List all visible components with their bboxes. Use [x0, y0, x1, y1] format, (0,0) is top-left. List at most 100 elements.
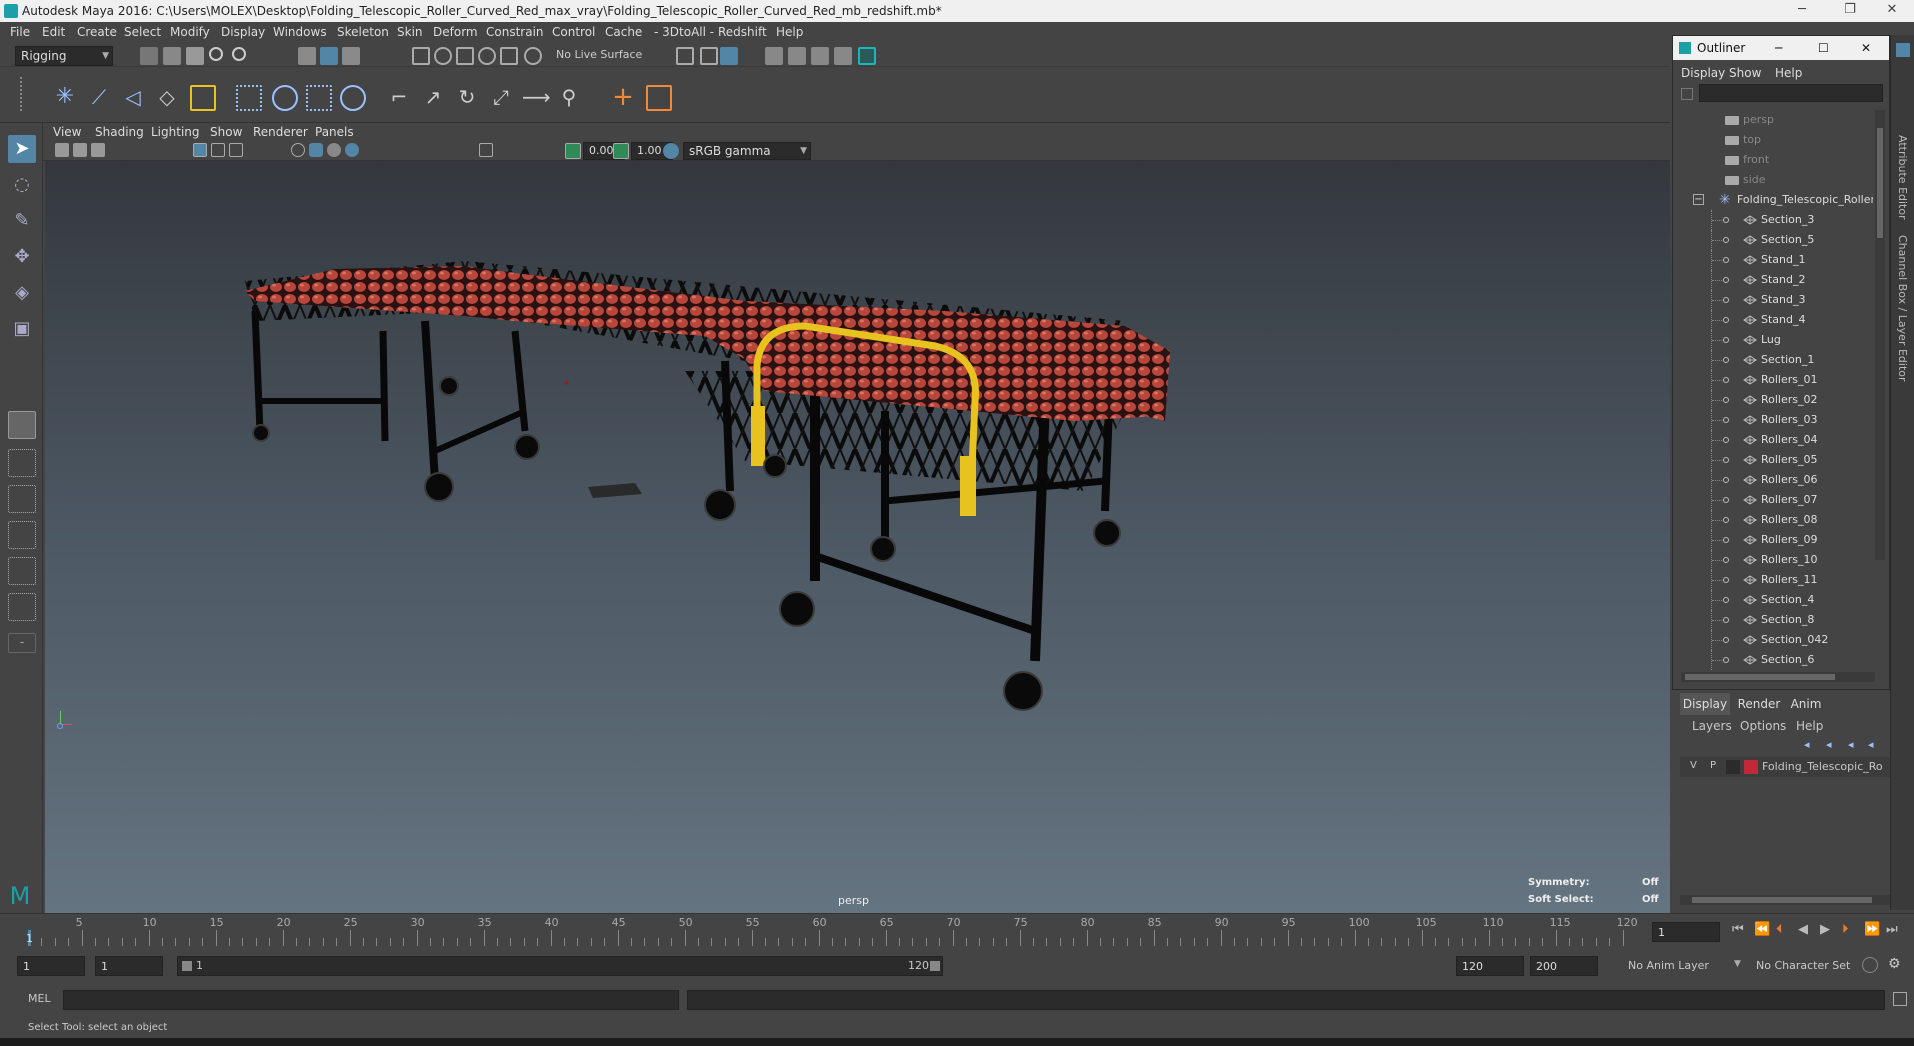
layer-type-toggle[interactable]: [1726, 760, 1740, 774]
play-backwards-icon[interactable]: ◀: [1798, 922, 1808, 937]
new-scene-icon[interactable]: [140, 47, 158, 65]
step-back-key-icon[interactable]: ⏪: [1754, 922, 1770, 937]
command-language-label[interactable]: MEL: [28, 992, 51, 1005]
gamma-icon[interactable]: [613, 143, 629, 159]
layer-playback-toggle[interactable]: P: [1710, 760, 1716, 771]
outliner-menu-display[interactable]: Display: [1681, 66, 1725, 80]
two-view-layout-icon[interactable]: [8, 485, 36, 513]
vp-menu-panels[interactable]: Panels: [315, 123, 354, 141]
scale-constraint-icon[interactable]: ⤢: [488, 85, 514, 111]
graph-persp-layout-icon[interactable]: [8, 557, 36, 585]
menu-skin[interactable]: Skin: [397, 22, 423, 43]
mode-dropdown[interactable]: Rigging ▼: [15, 46, 113, 66]
range-slider-handle-end[interactable]: [930, 961, 940, 971]
paint-select-icon[interactable]: ✎: [8, 207, 36, 235]
render-settings-icon[interactable]: [811, 47, 829, 65]
menu-help[interactable]: Help: [776, 22, 803, 43]
go-to-start-icon[interactable]: ⏮: [1732, 922, 1744, 937]
tab-channel-box[interactable]: Channel Box / Layer Editor: [1896, 235, 1909, 382]
lasso-tool-icon[interactable]: ◌: [8, 171, 36, 199]
menu-file[interactable]: File: [10, 22, 30, 43]
aim-constraint-icon[interactable]: ⟶: [522, 85, 551, 111]
cluster-icon[interactable]: [190, 85, 216, 111]
hscroll-thumb[interactable]: [1685, 674, 1835, 680]
step-back-frame-icon[interactable]: ⏴: [1776, 922, 1783, 937]
rotate-tool-icon[interactable]: ◈: [8, 279, 36, 307]
outliner-item[interactable]: Rollers_06: [1673, 470, 1873, 490]
camera-attributes-icon[interactable]: [73, 143, 87, 157]
outliner-persp-layout-icon[interactable]: [8, 521, 36, 549]
vp-menu-show[interactable]: Show: [210, 123, 242, 141]
anim-layer-label[interactable]: No Anim Layer: [1628, 959, 1709, 972]
camera-select-icon[interactable]: [55, 143, 69, 157]
perspective-viewport[interactable]: persp Symmetry: Off Soft Select: Off: [45, 161, 1670, 913]
menu-3dtoall[interactable]: - 3DtoAll -: [654, 22, 714, 43]
layer-color-swatch[interactable]: [1744, 760, 1758, 774]
snap-live-icon[interactable]: [500, 47, 518, 65]
locator-icon[interactable]: +: [610, 84, 636, 111]
textured-icon[interactable]: [327, 143, 341, 157]
playback-start-field[interactable]: 1: [95, 956, 163, 976]
outliner-item-persp[interactable]: persp: [1673, 110, 1873, 130]
color-management-icon[interactable]: [663, 143, 679, 159]
construction-history-icon[interactable]: [700, 47, 718, 65]
exposure-icon[interactable]: [565, 143, 581, 159]
parent-constraint-icon[interactable]: ⌐: [386, 85, 412, 111]
menu-redshift[interactable]: Redshift: [718, 22, 767, 43]
start-time-field[interactable]: 1: [17, 956, 85, 976]
outliner-search-input[interactable]: [1699, 84, 1883, 102]
outliner-item[interactable]: Section_042: [1673, 630, 1873, 650]
render-current-frame-icon[interactable]: [720, 47, 738, 65]
move-layer-down-icon[interactable]: ◂: [1826, 738, 1832, 751]
sculpt-deformer-icon[interactable]: [272, 85, 298, 111]
outliner-item[interactable]: Section_5: [1673, 230, 1873, 250]
outliner-item[interactable]: Rollers_05: [1673, 450, 1873, 470]
layer-visibility-toggle[interactable]: V: [1690, 760, 1697, 771]
outliner-menu-help[interactable]: Help: [1775, 66, 1802, 80]
outliner-item[interactable]: Section_3: [1673, 210, 1873, 230]
shelf-options-icon[interactable]: [20, 77, 30, 111]
magnet-icon[interactable]: [524, 47, 542, 65]
blend-shape-icon[interactable]: [340, 85, 366, 111]
move-layer-up-icon[interactable]: ◂: [1804, 738, 1810, 751]
outliner-item[interactable]: Section_1: [1673, 350, 1873, 370]
outliner-item[interactable]: Stand_2: [1673, 270, 1873, 290]
outliner-item[interactable]: Section_8: [1673, 610, 1873, 630]
outliner-close-button[interactable]: ✕: [1861, 36, 1871, 60]
orient-constraint-icon[interactable]: ↻: [454, 85, 480, 111]
skin-bind-icon[interactable]: ◇: [154, 85, 180, 111]
vp-menu-renderer[interactable]: Renderer: [253, 123, 308, 141]
ik-fk-switch-icon[interactable]: [646, 85, 672, 111]
chevron-down-icon[interactable]: ▼: [1734, 959, 1741, 969]
outliner-item[interactable]: Rollers_04: [1673, 430, 1873, 450]
wireframe-icon[interactable]: [291, 143, 305, 157]
outliner-menu-show[interactable]: Show: [1729, 66, 1761, 80]
outliner-item[interactable]: Rollers_03: [1673, 410, 1873, 430]
close-button[interactable]: ✕: [1872, 0, 1912, 22]
menu-deform[interactable]: Deform: [433, 22, 478, 43]
outliner-item[interactable]: Rollers_10: [1673, 550, 1873, 570]
time-slider[interactable]: 5 10 15 20 25 30 35 40 45 50 55 60 65 70 75 80 85 90 95 100…: [0, 913, 1914, 948]
menu-modify[interactable]: Modify: [170, 22, 210, 43]
lattice-icon[interactable]: [236, 85, 262, 111]
grid-toggle-icon[interactable]: [193, 143, 207, 157]
maximize-button[interactable]: ❐: [1830, 0, 1870, 22]
vp-menu-lighting[interactable]: Lighting: [151, 123, 200, 141]
menu-cache[interactable]: Cache: [605, 22, 642, 43]
outliner-item[interactable]: Stand_3: [1673, 290, 1873, 310]
live-surface-label[interactable]: No Live Surface: [556, 48, 642, 61]
joint-tool-icon[interactable]: ✳: [52, 85, 78, 111]
color-space-dropdown[interactable]: sRGB gamma ▼: [683, 142, 811, 160]
outliner-item[interactable]: Section_4: [1673, 590, 1873, 610]
undo-icon[interactable]: [209, 47, 223, 61]
character-set-label[interactable]: No Character Set: [1756, 959, 1850, 972]
range-slider-bar[interactable]: 1 120: [177, 956, 943, 976]
select-by-hierarchy-icon[interactable]: [298, 47, 316, 65]
four-view-layout-icon[interactable]: [8, 449, 36, 477]
layer-scroll-thumb[interactable]: [1692, 897, 1872, 903]
outliner-item[interactable]: Rollers_01: [1673, 370, 1873, 390]
auto-key-icon[interactable]: [1862, 957, 1878, 973]
pole-vector-icon[interactable]: ⚲: [556, 85, 582, 111]
single-view-layout-icon[interactable]: [8, 411, 36, 439]
step-forward-frame-icon[interactable]: ⏵: [1842, 922, 1849, 937]
